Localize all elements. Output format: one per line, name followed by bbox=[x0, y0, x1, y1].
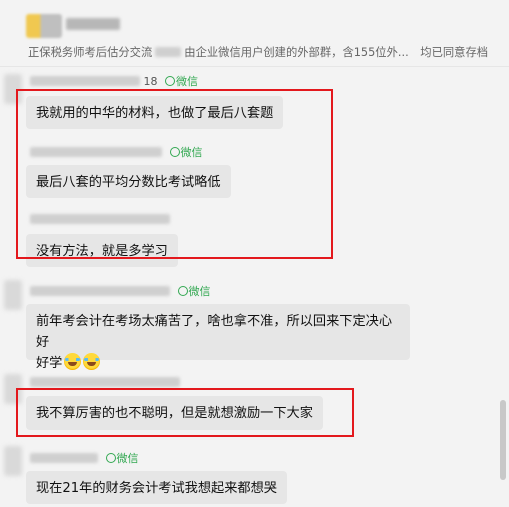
wechat-tag: 微信 bbox=[105, 452, 139, 465]
message-text-line1: 前年考会计在考场太痛苦了，啥也拿不准，所以回来下定决心好 bbox=[36, 314, 393, 350]
sender-suffix: 18 bbox=[143, 75, 158, 88]
message-bubble[interactable]: 现在21年的财务会计考试我想起来都想哭 bbox=[26, 471, 287, 504]
group-subtitle: 正保税务师考后估分交流 由企业微信用户创建的外部群，含155位外... 均已同意存… bbox=[28, 44, 488, 60]
laugh-cry-emoji-icon bbox=[83, 353, 101, 370]
highlight-box bbox=[16, 388, 354, 437]
at-icon bbox=[165, 76, 175, 86]
sender-line: 18 微信 bbox=[30, 73, 198, 89]
subtitle-prefix: 正保税务师考后估分交流 bbox=[28, 46, 153, 59]
redacted-sender bbox=[30, 453, 98, 463]
subtitle-suffix: 由企业微信用户创建的外部群，含155位外... bbox=[184, 46, 409, 59]
group-avatar[interactable] bbox=[26, 14, 62, 38]
laugh-cry-emoji-icon bbox=[64, 353, 82, 370]
wechat-tag: 微信 bbox=[165, 75, 198, 88]
redacted-sender bbox=[30, 76, 140, 86]
chat-header: 正保税务师考后估分交流 由企业微信用户创建的外部群，含155位外... 均已同意存… bbox=[0, 0, 509, 67]
message-bubble[interactable]: 前年考会计在考场太痛苦了，啥也拿不准，所以回来下定决心好 好学 bbox=[26, 304, 410, 371]
archive-consent[interactable]: 均已同意存档 bbox=[420, 46, 488, 59]
redacted-text bbox=[155, 47, 182, 57]
at-icon bbox=[177, 286, 188, 296]
sender-line: 微信 bbox=[30, 450, 139, 466]
message-text: 现在21年的财务会计考试我想起来都想哭 bbox=[36, 481, 277, 496]
at-icon bbox=[105, 453, 116, 463]
highlight-box bbox=[16, 89, 333, 259]
scrollbar[interactable] bbox=[500, 400, 506, 480]
wechat-tag: 微信 bbox=[177, 285, 211, 298]
message-text-line2: 好学 bbox=[36, 353, 400, 374]
avatar[interactable] bbox=[4, 280, 22, 310]
group-title-redacted bbox=[66, 18, 120, 30]
redacted-sender bbox=[30, 286, 170, 296]
redacted-sender bbox=[30, 377, 180, 387]
avatar[interactable] bbox=[4, 446, 22, 476]
sender-line: 微信 bbox=[30, 283, 211, 299]
